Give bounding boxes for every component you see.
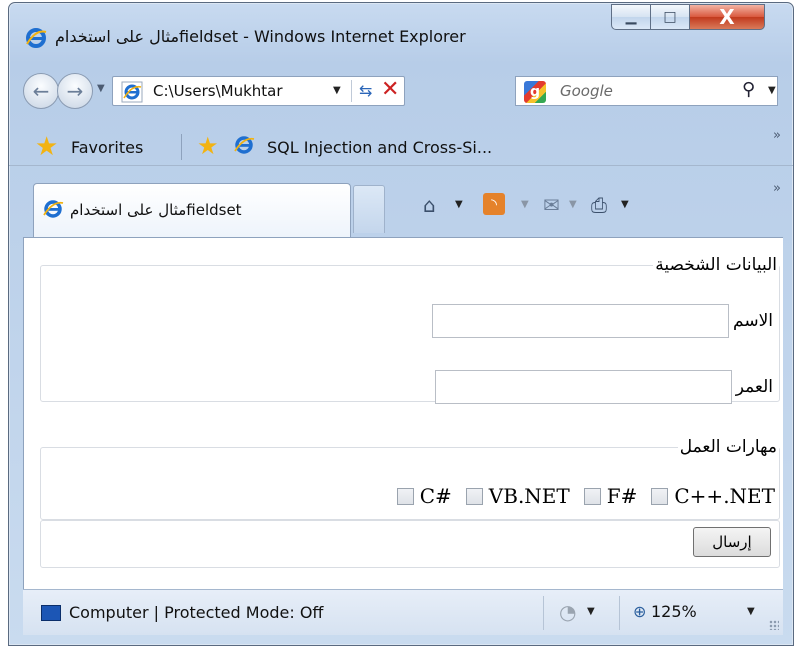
personal-info-fieldset: البيانات الشخصية الاسم العمر: [40, 255, 780, 404]
divider: [181, 134, 182, 160]
recent-pages-dropdown[interactable]: ▼: [97, 83, 105, 94]
browser-window: مثال على استخدامfieldset - Windows Inter…: [8, 2, 794, 646]
page-icon: [121, 81, 143, 103]
add-to-favorites-icon[interactable]: ★: [197, 132, 219, 160]
address-input[interactable]: C:\Users\Mukhtar: [153, 82, 329, 100]
home-dropdown-icon[interactable]: ▼: [455, 199, 463, 210]
refresh-icon[interactable]: ⇆: [359, 81, 372, 100]
work-skills-legend: مهارات العمل: [679, 437, 777, 457]
status-text: Computer | Protected Mode: Off: [69, 603, 324, 622]
forward-button[interactable]: →: [57, 73, 93, 109]
divider: [351, 80, 352, 102]
ie-logo-icon: [42, 198, 64, 220]
fsharp-label: F#: [606, 484, 638, 508]
favorite-link-icon: [233, 134, 255, 156]
printer-icon[interactable]: ⎙: [591, 193, 607, 217]
search-icon[interactable]: ⚲: [742, 79, 755, 100]
more-favorites-chevron-icon[interactable]: »: [773, 128, 781, 143]
window-title: مثال على استخدامfieldset - Windows Inter…: [55, 27, 466, 46]
title-bar: مثال على استخدامfieldset - Windows Inter…: [9, 3, 793, 63]
google-logo-icon: g: [524, 81, 546, 103]
csharp-checkbox[interactable]: [396, 487, 414, 505]
submit-button[interactable]: إرسال: [693, 527, 771, 557]
search-options-dropdown-icon[interactable]: ▼: [768, 85, 776, 96]
home-icon[interactable]: ⌂: [423, 193, 436, 217]
zoom-dropdown-icon[interactable]: ▼: [747, 606, 755, 617]
tab-label: مثال على استخدامfieldset: [70, 201, 242, 219]
navigation-bar: ← → ▼ C:\Users\Mukhtar ▼ ⇆ ✕ g Google ⚲ …: [9, 63, 793, 117]
back-button[interactable]: ←: [23, 73, 59, 109]
fsharp-checkbox[interactable]: [583, 487, 601, 505]
maximize-button[interactable]: □: [650, 4, 690, 30]
tab-fieldset-example[interactable]: مثال على استخدامfieldset: [33, 183, 351, 237]
search-box[interactable]: g Google ⚲ ▼: [515, 76, 778, 106]
feeds-dropdown-icon[interactable]: ▼: [521, 199, 529, 210]
more-commands-chevron-icon[interactable]: »: [773, 181, 781, 196]
minimize-icon: ▁: [625, 9, 637, 25]
age-label: العمر: [735, 377, 773, 397]
star-icon: ★: [35, 132, 59, 162]
new-tab-button[interactable]: [353, 185, 385, 233]
zone-dropdown-icon[interactable]: ▼: [587, 606, 595, 617]
skills-options: C# VB.NET F# C++.NET: [396, 484, 775, 508]
name-field[interactable]: [432, 304, 730, 338]
zoom-icon[interactable]: ⊕: [633, 602, 646, 621]
personal-info-legend: البيانات الشخصية: [655, 255, 777, 275]
favorite-link[interactable]: SQL Injection and Cross-Si...: [267, 138, 492, 157]
zoom-level[interactable]: 125%: [651, 602, 697, 621]
csharp-label: C#: [419, 484, 452, 508]
page-content: البيانات الشخصية الاسم العمر مهارات العم…: [23, 237, 783, 589]
mail-icon[interactable]: ✉: [543, 193, 560, 217]
rss-feed-icon[interactable]: ◝: [483, 193, 505, 215]
divider: [619, 596, 620, 630]
cppnet-label: C++.NET: [674, 484, 775, 508]
minimize-button[interactable]: ▁: [611, 4, 651, 30]
work-skills-fieldset: مهارات العمل C# VB.NET F# C++.NET: [40, 438, 780, 520]
back-arrow-icon: ←: [32, 79, 50, 103]
status-bar: Computer | Protected Mode: Off ◔ ▼ ⊕ 125…: [23, 589, 783, 635]
security-zone-icon[interactable]: ◔: [559, 600, 576, 624]
maximize-icon: □: [663, 9, 677, 25]
search-input[interactable]: Google: [560, 82, 613, 100]
mail-dropdown-icon[interactable]: ▼: [569, 199, 577, 210]
stop-icon[interactable]: ✕: [381, 77, 399, 102]
vbnet-label: VB.NET: [488, 484, 570, 508]
close-button[interactable]: X: [689, 4, 765, 30]
print-dropdown-icon[interactable]: ▼: [621, 199, 629, 210]
cppnet-checkbox[interactable]: [651, 487, 669, 505]
favorites-button[interactable]: Favorites: [71, 138, 143, 157]
name-row: الاسم: [432, 304, 773, 338]
tab-bar: مثال على استخدامfieldset ⌂ ▼ ◝ ▼ ✉ ▼ ⎙ ▼…: [9, 167, 793, 237]
resize-grip-icon[interactable]: [769, 620, 779, 630]
age-row: العمر: [434, 370, 773, 404]
forward-arrow-icon: →: [66, 79, 84, 103]
divider: [543, 596, 544, 630]
ie-logo-icon: [25, 27, 47, 49]
favorites-bar: ★ Favorites ★ SQL Injection and Cross-Si…: [9, 126, 793, 166]
name-label: الاسم: [733, 311, 773, 331]
close-icon: X: [719, 5, 735, 29]
vbnet-checkbox[interactable]: [465, 487, 483, 505]
submit-fieldset: إرسال: [40, 520, 780, 568]
address-dropdown-icon[interactable]: ▼: [333, 85, 341, 96]
computer-zone-icon: [41, 605, 61, 621]
address-bar[interactable]: C:\Users\Mukhtar ▼ ⇆ ✕: [112, 76, 405, 106]
age-field[interactable]: [434, 370, 732, 404]
